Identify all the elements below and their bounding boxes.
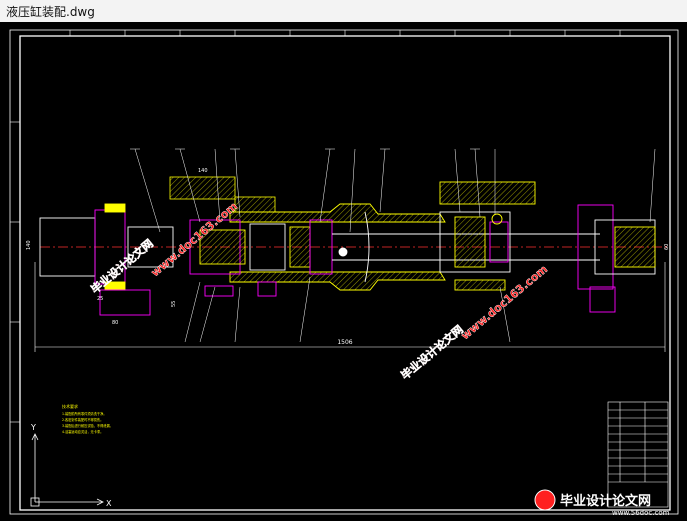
watermark-4: www.doc163.com — [458, 262, 551, 343]
dim-right-dia-label: 60 — [664, 244, 670, 250]
left-end-cap — [39, 203, 174, 316]
cad-canvas[interactable]: 1506 140 140 80 25 55 60 技术要求 1.装配前所有零件须… — [0, 22, 687, 521]
dim-left-dia-label: 140 — [26, 240, 32, 250]
axis-y-label: Y — [30, 423, 36, 432]
window-titlebar: 液压缸装配.dwg — [0, 0, 687, 23]
technical-notes: 技术要求 1.装配前所有零件须清洗干净。 2.各密封件装配时不得损伤。 3.装配… — [62, 403, 113, 434]
dim-25-label: 25 — [97, 296, 103, 302]
axis-x-label: X — [106, 499, 112, 508]
watermark-cn-2: 毕业设计论文网 — [398, 322, 466, 382]
ucs-axis-icon — [30, 433, 104, 507]
border-ticks — [10, 30, 621, 423]
notes-line-4: 4.活塞运动应灵活，无卡滞。 — [62, 429, 103, 434]
right-gland — [439, 181, 536, 291]
notes-heading: 技术要求 — [62, 403, 78, 409]
dim-overall-label: 1506 — [337, 339, 352, 346]
notes-line-3: 3.装配后进行耐压试验，不得泄漏。 — [62, 423, 113, 428]
logo-icon — [534, 489, 556, 511]
notes-line-1: 1.装配前所有零件须清洗干净。 — [62, 411, 106, 416]
watermark-url-2: www.doc163.com — [459, 263, 551, 343]
watermark-3: 毕业设计论文网 — [398, 322, 466, 383]
dim-small-label: 80 — [112, 320, 118, 326]
window-title: 液压缸装配.dwg — [6, 5, 95, 19]
logo-url: www.56doc.com — [612, 509, 670, 517]
title-block — [607, 401, 669, 508]
logo-text: 毕业设计论文网 — [560, 493, 651, 509]
notes-line-2: 2.各密封件装配时不得损伤。 — [62, 417, 103, 422]
dim-h-label: 55 — [171, 301, 177, 307]
site-logo: 毕业设计论文网 www.56doc.com — [534, 489, 670, 517]
right-end-clevis — [577, 204, 656, 313]
cad-drawing: 1506 140 140 80 25 55 60 技术要求 1.装配前所有零件须… — [9, 29, 679, 517]
dim-flange-label: 140 — [198, 168, 208, 174]
